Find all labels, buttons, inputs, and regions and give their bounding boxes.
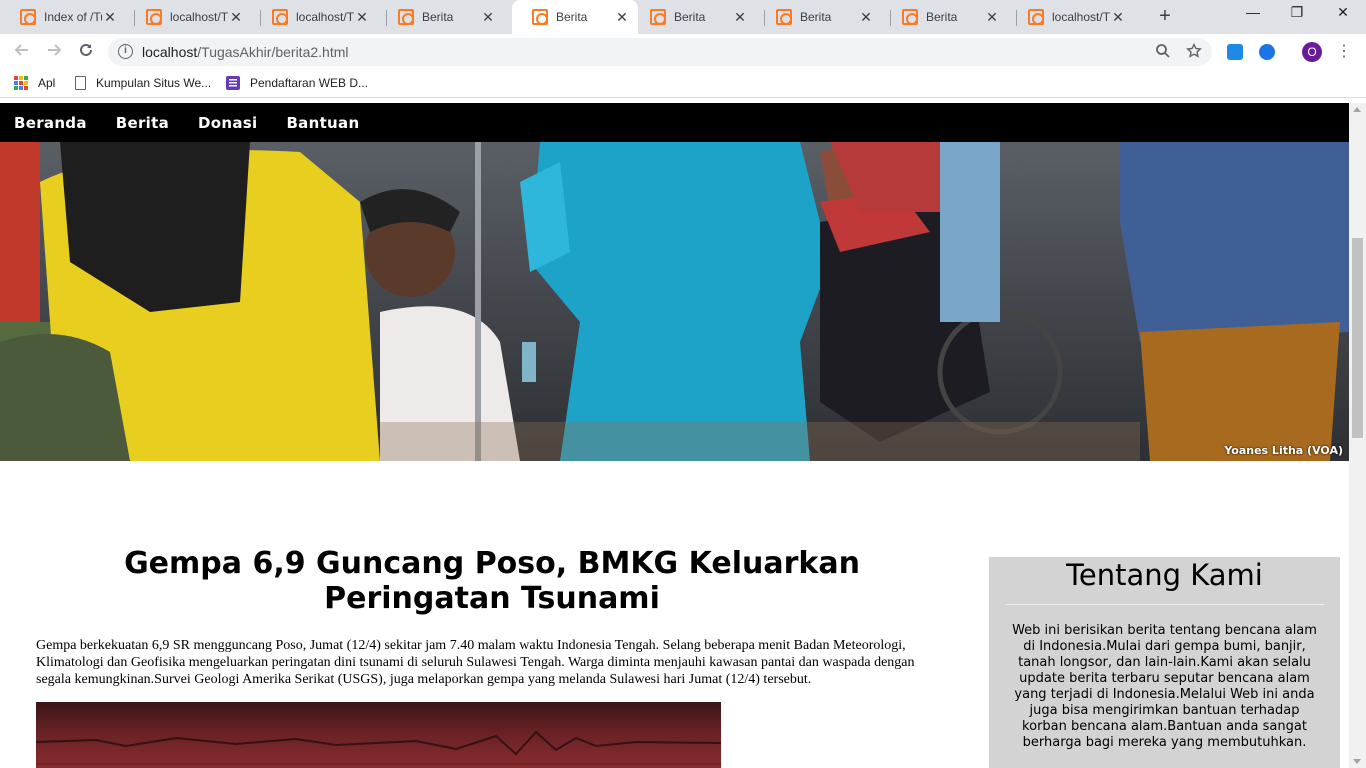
tab-title: Berita	[926, 10, 958, 24]
seismograph-illustration	[36, 730, 721, 765]
browser-tab[interactable]: localhost/Tu ✕	[1008, 0, 1134, 34]
xampp-favicon-icon	[272, 9, 288, 25]
url-text: localhost/TugasAkhir/berita2.html	[142, 44, 348, 60]
bookmark-pendaftaran[interactable]: Pendaftaran WEB D...	[226, 76, 368, 90]
extension-search-icon[interactable]	[1259, 44, 1275, 60]
nav-link-beranda[interactable]: Beranda	[14, 114, 87, 132]
bookmark-label: Kumpulan Situs We...	[96, 76, 212, 90]
page-scrollbar[interactable]	[1349, 103, 1366, 768]
extension-send-icon[interactable]	[1227, 44, 1243, 60]
restore-icon[interactable]: ❐	[1274, 4, 1320, 28]
url-path: /TugasAkhir/berita2.html	[197, 44, 349, 60]
tab-title: Berita	[800, 10, 832, 24]
about-heading: Tentang Kami	[1066, 558, 1263, 592]
tab-title: Berita	[422, 10, 454, 24]
photo-credit: Yoanes Litha (VOA)	[1224, 444, 1343, 457]
address-bar[interactable]: i localhost/TugasAkhir/berita2.html	[108, 38, 1212, 66]
url-host: localhost	[142, 44, 198, 60]
tab-title: Index of /Tu	[44, 10, 102, 24]
nav-link-donasi[interactable]: Donasi	[198, 114, 257, 132]
browser-tab[interactable]: Berita ✕	[882, 0, 1008, 34]
close-tab-icon[interactable]: ✕	[480, 9, 496, 26]
tab-strip: Index of /Tu ✕ localhost/Tu ✕ localhost/…	[0, 0, 1366, 34]
xampp-favicon-icon	[1028, 9, 1044, 25]
tab-title: localhost/Tu	[170, 10, 228, 24]
browser-tab[interactable]: localhost/Tu ✕	[252, 0, 378, 34]
xampp-favicon-icon	[776, 9, 792, 25]
xampp-favicon-icon	[398, 9, 414, 25]
about-text: Web ini berisikan berita tentang bencana…	[1012, 623, 1317, 750]
browser-tab[interactable]: Berita ✕	[756, 0, 882, 34]
zoom-icon[interactable]	[1154, 43, 1172, 61]
close-tab-icon[interactable]: ✕	[102, 9, 118, 26]
xampp-favicon-icon	[902, 9, 918, 25]
form-icon	[226, 76, 240, 90]
nav-link-bantuan[interactable]: Bantuan	[286, 114, 359, 132]
page-viewport: Beranda Berita Donasi Bantuan Yoanes Lit…	[0, 103, 1349, 768]
browser-tab[interactable]: Berita ✕	[378, 0, 504, 34]
close-tab-icon[interactable]: ✕	[732, 9, 748, 26]
about-sidebar: Tentang Kami Web ini berisikan berita te…	[989, 557, 1340, 768]
browser-toolbar: i localhost/TugasAkhir/berita2.html O ⋮	[0, 34, 1366, 70]
close-tab-icon[interactable]: ✕	[1110, 9, 1126, 26]
tab-title: localhost/Tu	[1052, 10, 1110, 24]
window-close-icon[interactable]: ✕	[1320, 4, 1366, 28]
browser-tab[interactable]: Index of /Tu ✕	[0, 0, 126, 34]
bookmark-star-icon[interactable]	[1185, 42, 1203, 61]
browser-tab[interactable]: Berita ✕	[630, 0, 756, 34]
bookmark-apps[interactable]: Apl	[14, 76, 55, 90]
browser-tab[interactable]: localhost/Tu ✕	[126, 0, 252, 34]
back-arrow-icon[interactable]	[10, 40, 34, 64]
new-tab-icon[interactable]: +	[1154, 6, 1176, 28]
reload-icon[interactable]	[74, 40, 98, 64]
bookmarks-bar: Apl Kumpulan Situs We... Pendaftaran WEB…	[0, 70, 1366, 98]
hero-photo: Yoanes Litha (VOA)	[0, 142, 1349, 461]
forward-arrow-icon[interactable]	[42, 40, 66, 64]
article-body: Gempa berkekuatan 6,9 SR mengguncang Pos…	[36, 638, 915, 687]
scroll-down-arrow-icon[interactable]	[1353, 759, 1361, 764]
browser-tab-active[interactable]: Berita ✕	[512, 0, 638, 34]
seismograph-image	[36, 702, 721, 768]
site-navbar: Beranda Berita Donasi Bantuan	[0, 103, 1349, 142]
article: Gempa 6,9 Guncang Poso, BMKG Keluarkan P…	[36, 546, 948, 688]
tab-title: Berita	[674, 10, 706, 24]
article-title: Gempa 6,9 Guncang Poso, BMKG Keluarkan P…	[124, 546, 860, 616]
hero-photo-illustration	[0, 142, 1349, 461]
tab-title: Berita	[556, 10, 588, 24]
nav-link-berita[interactable]: Berita	[116, 114, 169, 132]
close-tab-icon[interactable]: ✕	[614, 9, 630, 26]
bookmark-label: Pendaftaran WEB D...	[250, 76, 369, 90]
bookmark-kumpulan-situs[interactable]: Kumpulan Situs We...	[75, 76, 211, 90]
close-tab-icon[interactable]: ✕	[354, 9, 370, 26]
apps-grid-icon	[14, 76, 28, 90]
info-icon[interactable]: i	[118, 44, 133, 59]
menu-kebab-icon[interactable]: ⋮	[1336, 42, 1352, 62]
xampp-favicon-icon	[146, 9, 162, 25]
tab-title: localhost/Tu	[296, 10, 354, 24]
close-tab-icon[interactable]: ✕	[984, 9, 1000, 26]
xampp-favicon-icon	[532, 9, 548, 25]
xampp-favicon-icon	[20, 9, 36, 25]
profile-avatar[interactable]: O	[1302, 42, 1322, 62]
xampp-favicon-icon	[650, 9, 666, 25]
page-icon	[75, 76, 86, 90]
scrollbar-thumb[interactable]	[1352, 238, 1363, 438]
bookmark-label: Apl	[38, 76, 56, 90]
close-tab-icon[interactable]: ✕	[228, 9, 244, 26]
minimize-icon[interactable]: —	[1230, 4, 1276, 28]
scroll-up-arrow-icon[interactable]	[1353, 107, 1361, 112]
close-tab-icon[interactable]: ✕	[858, 9, 874, 26]
